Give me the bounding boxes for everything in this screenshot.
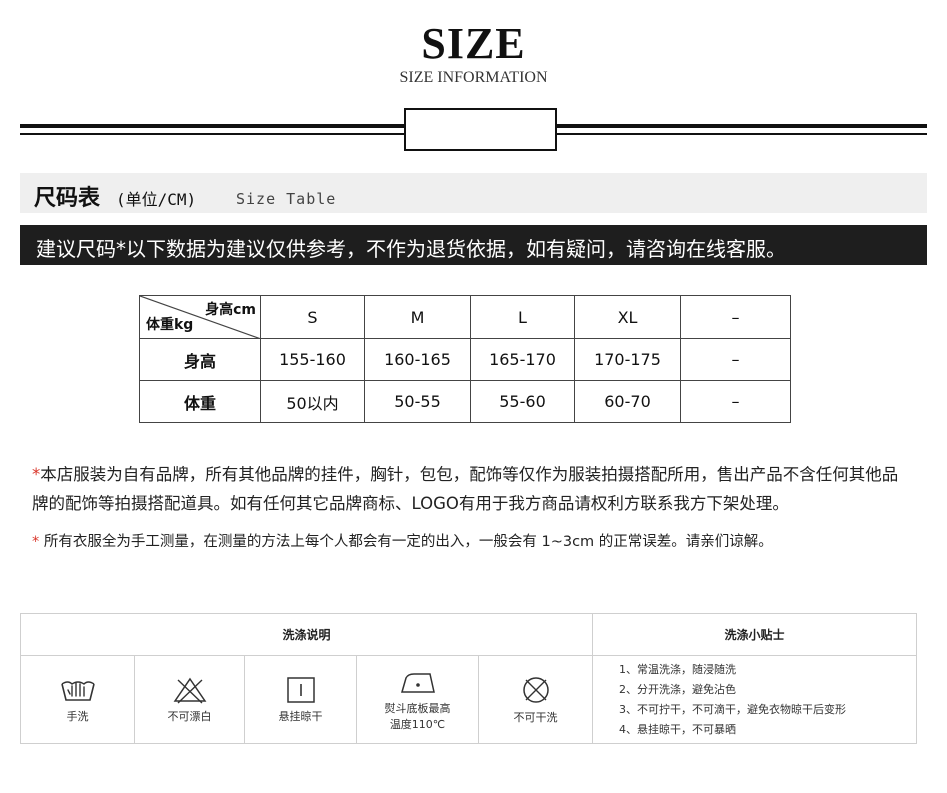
care-label: 不可漂白	[167, 709, 212, 723]
notes: *本店服装为自有品牌，所有其他品牌的挂件，胸针，包包，配饰等仅作为服装拍摄搭配所…	[32, 460, 912, 551]
table-cell: 60-70	[574, 380, 681, 423]
note-star: *	[32, 534, 40, 550]
column-header: XL	[574, 295, 681, 339]
divider-rule	[20, 124, 404, 128]
table-cell: 55-60	[470, 380, 575, 423]
care-label: 手洗	[66, 709, 89, 723]
care-item: 手洗	[20, 655, 135, 744]
no-bleach-icon	[173, 677, 206, 704]
table-cell: 50以内	[260, 380, 365, 423]
note-measurement-text: 所有衣服全为手工测量，在测量的方法上每个人都会有一定的出入，一般会有 1~3cm…	[43, 534, 773, 550]
care-heading: 洗涤说明	[20, 613, 593, 656]
divider-rule	[557, 124, 927, 128]
table-cell: 160-165	[364, 338, 471, 381]
column-header: –	[680, 295, 791, 339]
corner-weight-label: 体重kg	[146, 317, 194, 333]
care-label: 悬挂晾干	[278, 709, 323, 723]
divider-box	[404, 108, 557, 151]
care-tips: 1、常温洗涤，随浸随洗 2、分开洗涤，避免沾色 3、不可拧干，不可滴干，避免衣物…	[592, 655, 917, 744]
table-cell: 170-175	[574, 338, 681, 381]
size-table: 身高cm 体重kg S M L XL – 身高 155-160 160-165 …	[139, 295, 791, 423]
care-label: 温度110℃	[389, 717, 446, 731]
care-body-row: 手洗 不可漂白 悬挂晾干 熨斗底板最高 温度110℃ 不可干洗 1、常温洗涤，随…	[20, 655, 917, 744]
row-header: 身高	[139, 338, 261, 381]
care-header-row: 洗涤说明 洗涤小贴士	[20, 613, 917, 656]
tip-item: 3、不可拧干，不可滴干，避免衣物晾干后变形	[619, 702, 846, 716]
table-header-row: 身高cm 体重kg S M L XL –	[139, 295, 791, 339]
tip-item: 4、悬挂晾干，不可暴晒	[619, 722, 736, 736]
table-cell: 165-170	[470, 338, 575, 381]
table-cell: 50-55	[364, 380, 471, 423]
row-header: 体重	[139, 380, 261, 423]
table-cell: –	[680, 380, 791, 423]
care-item: 不可漂白	[134, 655, 245, 744]
tip-item: 1、常温洗涤，随浸随洗	[619, 662, 736, 676]
table-cell: –	[680, 338, 791, 381]
care-label: 熨斗底板最高	[384, 701, 451, 715]
tips-heading: 洗涤小贴士	[592, 613, 917, 656]
notice-text: 建议尺码*以下数据为建议仅供参考，不作为退货依据，如有疑问，请咨询在线客服。	[36, 237, 786, 261]
iron-icon	[400, 672, 435, 693]
note-measurement: * 所有衣服全为手工测量，在测量的方法上每个人都会有一定的出入，一般会有 1~3…	[32, 530, 912, 551]
divider-rule	[20, 133, 404, 135]
section-title: 尺码表	[34, 186, 101, 211]
page-title: SIZE	[421, 19, 526, 68]
column-header: M	[364, 295, 471, 339]
care-item: 不可干洗	[478, 655, 593, 744]
care-item: 悬挂晾干	[244, 655, 357, 744]
table-cell: 155-160	[260, 338, 365, 381]
tip-item: 2、分开洗涤，避免沾色	[619, 682, 736, 696]
note-star: *	[32, 465, 41, 484]
section-unit: (单位/CM)	[116, 190, 197, 209]
hang-dry-icon	[286, 676, 315, 703]
page-subtitle: SIZE INFORMATION	[399, 69, 548, 86]
note-brand: *本店服装为自有品牌，所有其他品牌的挂件，胸针，包包，配饰等仅作为服装拍摄搭配所…	[32, 460, 912, 518]
column-header: L	[470, 295, 575, 339]
note-brand-text: 本店服装为自有品牌，所有其他品牌的挂件，胸针，包包，配饰等仅作为服装拍摄搭配所用…	[32, 465, 899, 513]
care-item: 熨斗底板最高 温度110℃	[356, 655, 479, 744]
column-header: S	[260, 295, 365, 339]
hand-wash-icon	[60, 680, 95, 701]
section-title-en: Size Table	[236, 190, 337, 208]
table-row: 体重 50以内 50-55 55-60 60-70 –	[139, 380, 791, 423]
no-dry-clean-icon	[522, 676, 549, 703]
care-label: 不可干洗	[513, 710, 558, 724]
corner-height-label: 身高cm	[205, 302, 256, 318]
table-corner-cell: 身高cm 体重kg	[139, 295, 261, 339]
care-table: 洗涤说明 洗涤小贴士 手洗 不可漂白 悬挂晾干 熨斗底板最高 温度110℃ 不可…	[20, 613, 917, 744]
divider-rule	[557, 133, 927, 135]
table-row: 身高 155-160 160-165 165-170 170-175 –	[139, 338, 791, 381]
